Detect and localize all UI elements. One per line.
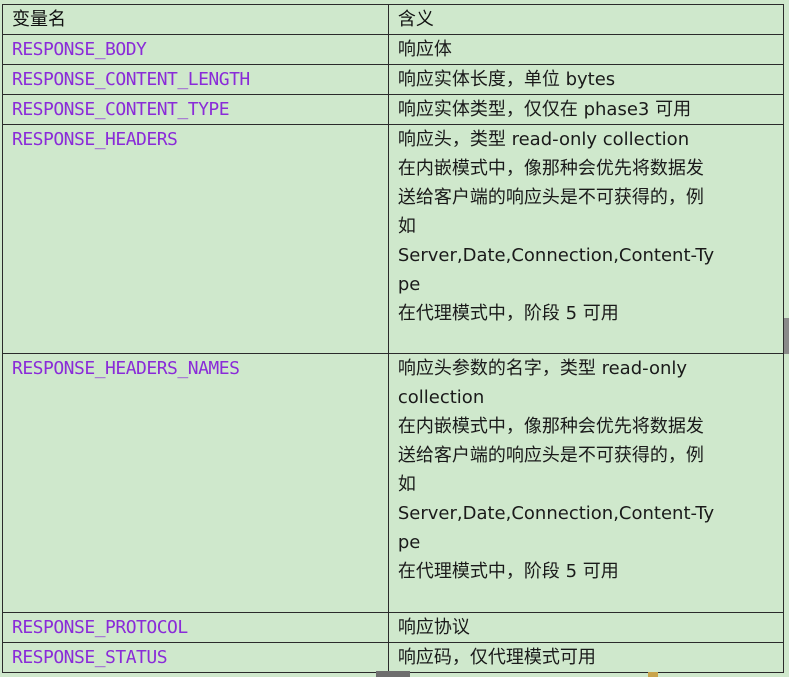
variable-description-cell: 响应协议 (387, 612, 785, 643)
description-line: 响应协议 (397, 617, 470, 638)
header-meaning: 含义 (387, 4, 785, 35)
description-line: 送给客户端的响应头是不可获得的，例 (397, 445, 704, 466)
table-row: RESPONSE_STATUS 响应码，仅代理模式可用 (2, 642, 785, 673)
variable-description-cell: 响应实体长度，单位 bytes (387, 64, 785, 95)
description-line: 响应头，类型 read-only collection (397, 129, 690, 150)
description-line: 如 (397, 216, 416, 237)
description-line: 在内嵌模式中，像那种会优先将数据发 (397, 416, 704, 437)
description-line: Server,Date,Connection,Content-Ty (397, 245, 715, 266)
table-row: RESPONSE_HEADERS_NAMES 响应头参数的名字，类型 read-… (2, 353, 785, 613)
variable-name: RESPONSE_HEADERS (12, 129, 178, 150)
description-line: pe (397, 274, 421, 295)
description-line: pe (397, 532, 421, 553)
table-row: RESPONSE_CONTENT_LENGTH 响应实体长度，单位 bytes (2, 64, 785, 95)
description-line: 响应头参数的名字，类型 read-only (397, 358, 688, 379)
variables-table: 变量名 含义 RESPONSE_BODY 响应体 RESPONSE_CONTEN… (2, 4, 785, 673)
description-line: 在代理模式中，阶段 5 可用 (397, 303, 619, 324)
variable-name-cell: RESPONSE_HEADERS_NAMES (2, 353, 389, 613)
variable-name-cell: RESPONSE_HEADERS (2, 124, 389, 354)
variable-description-cell: 响应头参数的名字，类型 read-only collection 在内嵌模式中，… (387, 353, 785, 613)
description-line: 响应体 (397, 39, 452, 60)
document-page: 变量名 含义 RESPONSE_BODY 响应体 RESPONSE_CONTEN… (0, 0, 789, 677)
variable-name-cell: RESPONSE_CONTENT_LENGTH (2, 64, 389, 95)
description-line: collection (397, 387, 485, 408)
variable-name-cell: RESPONSE_CONTENT_TYPE (2, 94, 389, 125)
table-move-handle[interactable] (376, 671, 410, 677)
table-resize-handle[interactable] (784, 318, 789, 354)
variable-name: RESPONSE_BODY (12, 39, 147, 60)
header-variable-name: 变量名 (2, 4, 389, 35)
description-line: 送给客户端的响应头是不可获得的，例 (397, 187, 704, 208)
variable-name: RESPONSE_STATUS (12, 647, 168, 668)
description-line: 在代理模式中，阶段 5 可用 (397, 561, 619, 582)
variable-name: RESPONSE_PROTOCOL (12, 617, 188, 638)
table-header-row: 变量名 含义 (2, 4, 785, 35)
variable-description-cell: 响应头，类型 read-only collection 在内嵌模式中，像那种会优… (387, 124, 785, 354)
description-line: Server,Date,Connection,Content-Ty (397, 503, 715, 524)
table-row: RESPONSE_CONTENT_TYPE 响应实体类型，仅仅在 phase3 … (2, 94, 785, 125)
description-line: 如 (397, 474, 416, 495)
variable-name-cell: RESPONSE_PROTOCOL (2, 612, 389, 643)
table-row: RESPONSE_HEADERS 响应头，类型 read-only collec… (2, 124, 785, 354)
description-line: 响应码，仅代理模式可用 (397, 647, 596, 668)
table-row: RESPONSE_PROTOCOL 响应协议 (2, 612, 785, 643)
variable-name: RESPONSE_CONTENT_LENGTH (12, 69, 250, 90)
variable-name: RESPONSE_CONTENT_TYPE (12, 99, 230, 120)
description-line: 响应实体长度，单位 bytes (397, 69, 616, 90)
table-row: RESPONSE_BODY 响应体 (2, 34, 785, 65)
variable-description-cell: 响应码，仅代理模式可用 (387, 642, 785, 673)
description-line: 响应实体类型，仅仅在 phase3 可用 (397, 99, 692, 120)
variable-name: RESPONSE_HEADERS_NAMES (12, 358, 240, 379)
description-line: 在内嵌模式中，像那种会优先将数据发 (397, 158, 704, 179)
variable-name-cell: RESPONSE_BODY (2, 34, 389, 65)
variable-description-cell: 响应实体类型，仅仅在 phase3 可用 (387, 94, 785, 125)
anchor-icon (648, 672, 658, 677)
variable-description-cell: 响应体 (387, 34, 785, 65)
variable-name-cell: RESPONSE_STATUS (2, 642, 389, 673)
